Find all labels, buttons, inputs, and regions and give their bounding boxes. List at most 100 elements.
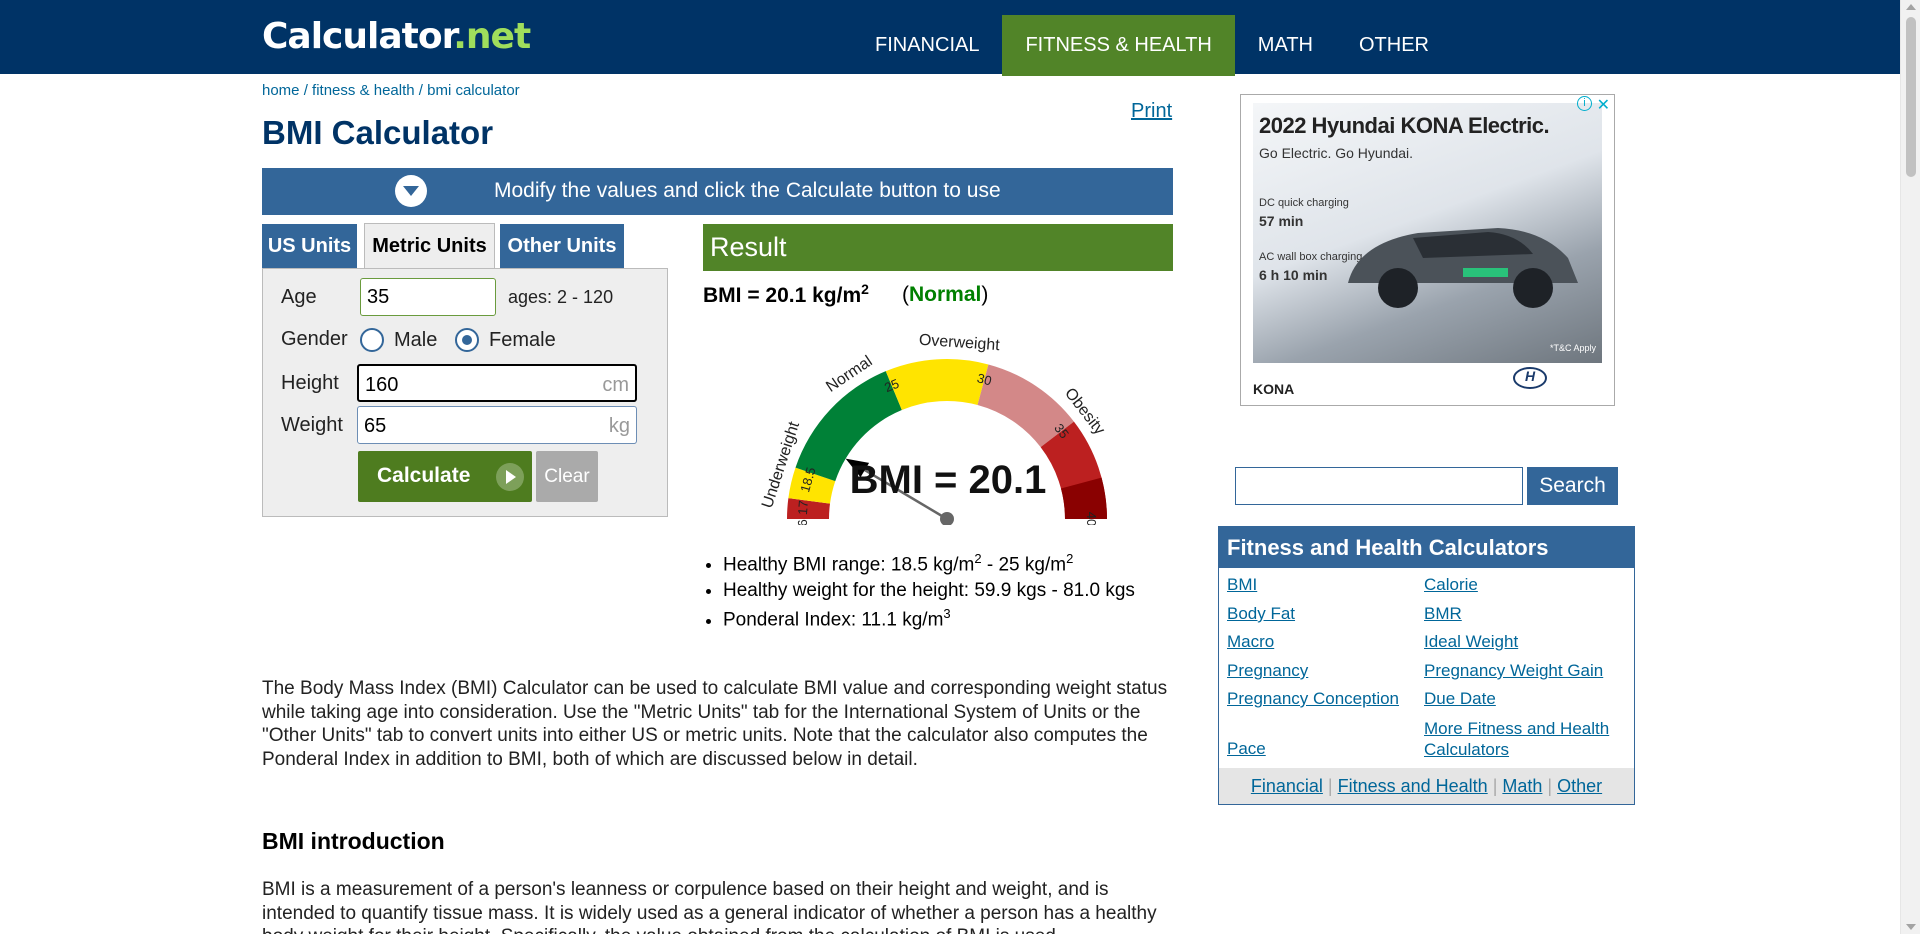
bmi-value-text: BMI = 20.1 kg/m <box>703 284 862 307</box>
breadcrumb-separator: / <box>299 82 313 99</box>
gender-male-radio[interactable] <box>360 328 384 352</box>
breadcrumb: home / fitness & health / bmi calculator <box>262 82 520 99</box>
result-header: Result <box>703 224 1173 271</box>
logo-text: Calculator <box>262 16 454 57</box>
bmi-gauge: UnderweightNormalOverweightObesity161718… <box>759 332 1108 525</box>
site-logo[interactable]: Calculator.net <box>262 16 531 57</box>
side-link-pace[interactable]: Pace <box>1227 739 1266 759</box>
gauge-tick-label: 16 <box>795 519 811 525</box>
ad-subtitle: Go Electric. Go Hyundai. <box>1259 145 1414 161</box>
scroll-up-icon[interactable] <box>1906 4 1916 10</box>
paren-open: ( <box>902 283 909 306</box>
category-links-footer: Financial | Fitness and Health | Math | … <box>1219 768 1634 804</box>
nav-financial[interactable]: FINANCIAL <box>852 15 1002 76</box>
side-link-more[interactable]: More Fitness and Health Calculators <box>1424 718 1624 760</box>
weight-unit: kg <box>608 415 630 437</box>
result-details-list: Healthy BMI range: 18.5 kg/m2 - 25 kg/m2… <box>723 551 1135 636</box>
exponent: 2 <box>1066 551 1074 566</box>
side-link-macro[interactable]: Macro <box>1227 632 1274 652</box>
page-scrollbar[interactable] <box>1900 0 1920 934</box>
print-link[interactable]: Print <box>1131 100 1172 123</box>
calculate-button[interactable]: Calculate <box>358 451 532 502</box>
advertisement[interactable]: 2022 Hyundai KONA Electric. Go Electric.… <box>1240 94 1615 406</box>
side-link-pregnancy[interactable]: Pregnancy <box>1227 661 1308 681</box>
ponderal-index-text: Ponderal Index: 11.1 kg/m <box>723 609 944 631</box>
hyundai-logo-mark: H <box>1525 368 1536 384</box>
side-link-due-date[interactable]: Due Date <box>1424 689 1496 709</box>
tab-us-units[interactable]: US Units <box>262 224 357 268</box>
age-input[interactable] <box>360 278 496 316</box>
section-heading: BMI introduction <box>262 828 445 854</box>
healthy-bmi-range-upper: - 25 kg/m <box>981 554 1067 576</box>
search-input[interactable] <box>1235 467 1523 505</box>
healthy-bmi-range-text: Healthy BMI range: 18.5 kg/m <box>723 554 975 576</box>
breadcrumb-separator: / <box>414 82 428 99</box>
scroll-thumb[interactable] <box>1906 17 1916 177</box>
calculate-label: Calculate <box>377 464 471 487</box>
healthy-bmi-range: Healthy BMI range: 18.5 kg/m2 - 25 kg/m2 <box>723 551 1135 576</box>
footer-link-fitness-health[interactable]: Fitness and Health <box>1338 776 1488 796</box>
age-label: Age <box>281 286 317 308</box>
ad-info-icon[interactable]: i <box>1577 96 1592 111</box>
fitness-health-calculators-panel: Fitness and Health Calculators BMI Calor… <box>1218 526 1635 805</box>
gauge-bmi-text: BMI = 20.1 <box>850 458 1047 502</box>
gender-female-radio[interactable] <box>455 328 479 352</box>
clear-button[interactable]: Clear <box>536 451 598 502</box>
gender-female-label[interactable]: Female <box>489 329 556 352</box>
breadcrumb-fitness-health[interactable]: fitness & health <box>312 82 415 99</box>
paren-close: ) <box>981 283 989 306</box>
tab-other-units[interactable]: Other Units <box>500 224 624 268</box>
footer-separator: | <box>1542 776 1558 796</box>
weight-input[interactable]: 65 kg <box>357 406 637 444</box>
side-link-bmi[interactable]: BMI <box>1227 575 1257 595</box>
side-link-bmr[interactable]: BMR <box>1424 604 1462 624</box>
logo-suffix: .net <box>453 16 531 57</box>
search-button[interactable]: Search <box>1527 467 1618 505</box>
chevron-down-icon[interactable] <box>395 175 427 207</box>
weight-value: 65 <box>364 415 387 437</box>
gauge-tick-label: 17 <box>795 500 811 516</box>
breadcrumb-home[interactable]: home <box>262 82 300 99</box>
ad-dc-value: 57 min <box>1259 213 1304 229</box>
tab-metric-units[interactable]: Metric Units <box>364 223 495 269</box>
modify-values-banner[interactable]: Modify the values and click the Calculat… <box>262 168 1173 215</box>
side-link-body-fat[interactable]: Body Fat <box>1227 604 1295 624</box>
scroll-down-icon[interactable] <box>1906 924 1916 930</box>
page-title: BMI Calculator <box>262 114 494 151</box>
car-image <box>1348 228 1578 308</box>
breadcrumb-bmi-calculator[interactable]: bmi calculator <box>427 82 520 99</box>
height-label: Height <box>281 372 339 394</box>
nav-fitness-health[interactable]: FITNESS & HEALTH <box>1002 15 1235 76</box>
footer-link-math[interactable]: Math <box>1502 776 1542 796</box>
intro-paragraph: The Body Mass Index (BMI) Calculator can… <box>262 678 1168 770</box>
footer-link-other[interactable]: Other <box>1557 776 1602 796</box>
age-range-hint: ages: 2 - 120 <box>508 287 614 307</box>
side-link-pregnancy-weight-gain[interactable]: Pregnancy Weight Gain <box>1424 661 1603 681</box>
ponderal-index: Ponderal Index: 11.1 kg/m3 <box>723 606 1135 631</box>
top-navigation-bar: Calculator.net FINANCIAL FITNESS & HEALT… <box>0 0 1900 76</box>
height-input[interactable]: 160 cm <box>357 364 637 402</box>
hyundai-logo-icon: H <box>1513 367 1547 389</box>
gender-male-label[interactable]: Male <box>394 329 437 352</box>
side-link-pregnancy-conception[interactable]: Pregnancy Conception <box>1227 689 1399 709</box>
nav-other[interactable]: OTHER <box>1336 15 1452 76</box>
healthy-weight-range: Healthy weight for the height: 59.9 kgs … <box>723 580 1135 602</box>
footer-link-financial[interactable]: Financial <box>1251 776 1323 796</box>
height-value: 160 <box>365 374 399 396</box>
gauge-tick-label: 40 <box>1084 512 1099 525</box>
side-link-ideal-weight[interactable]: Ideal Weight <box>1424 632 1518 652</box>
ad-close-icon[interactable]: ✕ <box>1597 95 1610 115</box>
gender-label: Gender <box>281 328 348 350</box>
main-menu: FINANCIAL FITNESS & HEALTH MATH OTHER <box>852 15 1452 76</box>
side-panel-header: Fitness and Health Calculators <box>1219 527 1634 568</box>
footer-separator: | <box>1487 776 1503 796</box>
weight-label: Weight <box>281 414 343 436</box>
exponent: 3 <box>943 606 951 622</box>
ad-title: 2022 Hyundai KONA Electric. <box>1259 113 1550 138</box>
ad-model-name: KONA <box>1253 381 1295 397</box>
ad-banner-image[interactable]: 2022 Hyundai KONA Electric. Go Electric.… <box>1253 103 1602 363</box>
footer-separator: | <box>1322 776 1338 796</box>
side-link-calorie[interactable]: Calorie <box>1424 575 1478 595</box>
bmi-unit-exponent: 2 <box>861 281 869 297</box>
nav-math[interactable]: MATH <box>1235 15 1336 76</box>
